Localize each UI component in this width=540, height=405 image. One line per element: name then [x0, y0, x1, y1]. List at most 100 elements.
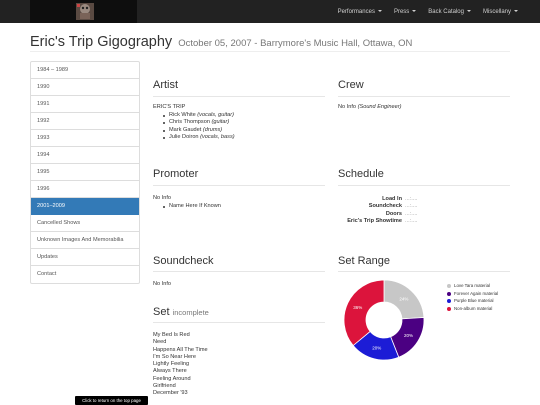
- pie-slice-label: 24%: [399, 296, 408, 301]
- chevron-down-icon: [514, 9, 518, 12]
- list-item: Julie Doiron (vocals, bass): [153, 134, 325, 142]
- member-list: Rick White (vocals, guitar) Chris Thomps…: [153, 112, 325, 142]
- chart-legend: Love Tara material Forever Again materia…: [447, 283, 507, 313]
- page-subtitle: October 05, 2007 - Barrymore's Music Hal…: [178, 38, 413, 49]
- list-item: Lightly Feeling: [153, 361, 190, 368]
- chevron-down-icon: [412, 9, 417, 12]
- schedule-row: Eric's Trip Showtime...:....: [345, 218, 510, 225]
- nav-back-catalog[interactable]: Back Catalog: [428, 9, 471, 15]
- member-role: (vocals, guitar): [197, 111, 234, 118]
- soundcheck-text: No Info: [153, 281, 172, 287]
- sidebar-item-1995[interactable]: 1995: [31, 164, 139, 181]
- schedule-value: ...:....: [405, 196, 418, 202]
- sidebar-item-1992[interactable]: 1992: [31, 113, 139, 130]
- legend-swatch: [447, 284, 451, 288]
- sidebar-item-1996[interactable]: 1996: [31, 181, 139, 198]
- sidebar-item-1993[interactable]: 1993: [31, 130, 139, 147]
- crew-text: No Info: [338, 104, 357, 110]
- promoter-section: No Info Name Here If Known: [153, 195, 325, 210]
- nav-press[interactable]: Press: [393, 8, 417, 15]
- list-item: Need: [153, 339, 167, 346]
- page-header: Eric's Trip Gigography October 05, 2007 …: [30, 34, 510, 52]
- promoter-text: No Info: [153, 195, 172, 201]
- set-range-divider: [338, 271, 510, 272]
- nav-performances-label: Performances: [337, 8, 375, 15]
- schedule-label: Soundcheck: [368, 203, 402, 210]
- list-item: Girlfriend: [153, 383, 176, 390]
- legend-item: Purple Blue material: [447, 298, 507, 304]
- schedule-table: Load In...:.... Soundcheck...:.... Doors…: [345, 196, 510, 226]
- schedule-label: Load In: [382, 196, 402, 202]
- list-item: Always There: [153, 368, 187, 375]
- site-logo[interactable]: [30, 0, 137, 23]
- legend-swatch: [447, 299, 451, 303]
- sidebar-item-2001-2009[interactable]: 2001–2009: [31, 198, 139, 215]
- set-heading: Set incomplete: [153, 306, 209, 318]
- sidebar-item-contact[interactable]: Contact: [31, 266, 139, 283]
- list-item: Rick White (vocals, guitar): [153, 112, 325, 120]
- chevron-down-icon: [466, 9, 471, 12]
- set-range-donut-chart: 24% 20% 20% 36%: [343, 279, 425, 361]
- schedule-value: ...:....: [405, 210, 418, 217]
- schedule-value: ...:....: [405, 218, 418, 225]
- sidebar-item-cancelled-shows[interactable]: Cancelled Shows: [31, 215, 139, 232]
- band-logo-icon: [76, 3, 94, 20]
- sidebar-year-menu: 1984 – 1989 1990 1991 1992 1993 1994 199…: [30, 61, 140, 284]
- sidebar-item-unknown-images[interactable]: Unknown Images And Memorabilia: [31, 232, 139, 249]
- nav-back-catalog-label: Back Catalog: [428, 8, 464, 15]
- sidebar-item-1991[interactable]: 1991: [31, 96, 139, 113]
- nav-performances[interactable]: Performances: [338, 9, 382, 15]
- sidebar-item-1990[interactable]: 1990: [31, 79, 139, 96]
- page-title: Eric's Trip Gigography October 05, 2007 …: [30, 34, 510, 52]
- crew-divider: [338, 96, 510, 97]
- schedule-row: Doors...:....: [345, 211, 510, 218]
- nav-miscellany[interactable]: Miscellany: [483, 9, 518, 15]
- pie-slice-label: 36%: [353, 305, 362, 310]
- top-navbar: Performances Press Back Catalog Miscella…: [0, 0, 540, 23]
- list-item: I'm So Near Here: [153, 353, 197, 360]
- pie-slice-label: 20%: [404, 333, 413, 338]
- nav-menu: Performances Press Back Catalog Miscella…: [326, 0, 518, 23]
- band-name: ERIC'S TRIP: [153, 104, 186, 110]
- legend-label: Love Tara material: [454, 283, 491, 288]
- sidebar-item-updates[interactable]: Updates: [31, 249, 139, 266]
- schedule-row: Load In...:....: [345, 196, 510, 203]
- set-divider: [153, 322, 325, 323]
- crew-heading: Crew: [338, 79, 364, 91]
- nav-press-label: Press: [393, 8, 410, 15]
- set-range-heading: Set Range: [338, 255, 390, 267]
- member-name: Julie Doiron: [169, 134, 199, 140]
- member-role: (drums): [202, 126, 223, 133]
- crew-section: No Info (Sound Engineer): [338, 104, 510, 112]
- schedule-divider: [338, 185, 510, 186]
- legend-swatch: [447, 306, 451, 311]
- page-title-text: Eric's Trip Gigography: [30, 34, 173, 50]
- schedule-heading: Schedule: [338, 168, 384, 180]
- schedule-value: ...:....: [405, 203, 418, 210]
- legend-item: Non-album material: [447, 306, 507, 312]
- promoter-heading: Promoter: [153, 168, 199, 180]
- list-item: Mark Gaudet (drums): [153, 127, 325, 135]
- sidebar-item-1984-1989[interactable]: 1984 – 1989: [31, 62, 139, 79]
- schedule-row: Soundcheck...:....: [345, 203, 510, 210]
- member-name: Rick White: [169, 111, 196, 118]
- schedule-label: Eric's Trip Showtime: [347, 218, 402, 225]
- legend-item: Love Tara material: [447, 283, 507, 289]
- legend-label: Forever Again material: [454, 290, 499, 296]
- pie-slice[interactable]: [343, 279, 385, 347]
- set-note: incomplete: [172, 308, 209, 317]
- artist-divider: [153, 96, 325, 97]
- sidebar-item-1994[interactable]: 1994: [31, 147, 139, 164]
- crew-role: (Sound Engineer): [357, 104, 402, 110]
- back-to-top-tooltip[interactable]: Click to return on the top page: [75, 396, 148, 405]
- legend-label: Non-album material: [454, 305, 493, 311]
- chevron-down-icon: [377, 9, 382, 12]
- list-item: My Bed Is Red: [153, 332, 190, 338]
- soundcheck-divider: [153, 271, 325, 272]
- soundcheck-heading: Soundcheck: [153, 255, 214, 267]
- member-role: (vocals, bass): [200, 134, 235, 140]
- member-name: Chris Thompson: [169, 119, 210, 125]
- schedule-label: Doors: [385, 210, 402, 217]
- list-item: Feeling Around: [153, 375, 191, 382]
- legend-item: Forever Again material: [447, 291, 507, 297]
